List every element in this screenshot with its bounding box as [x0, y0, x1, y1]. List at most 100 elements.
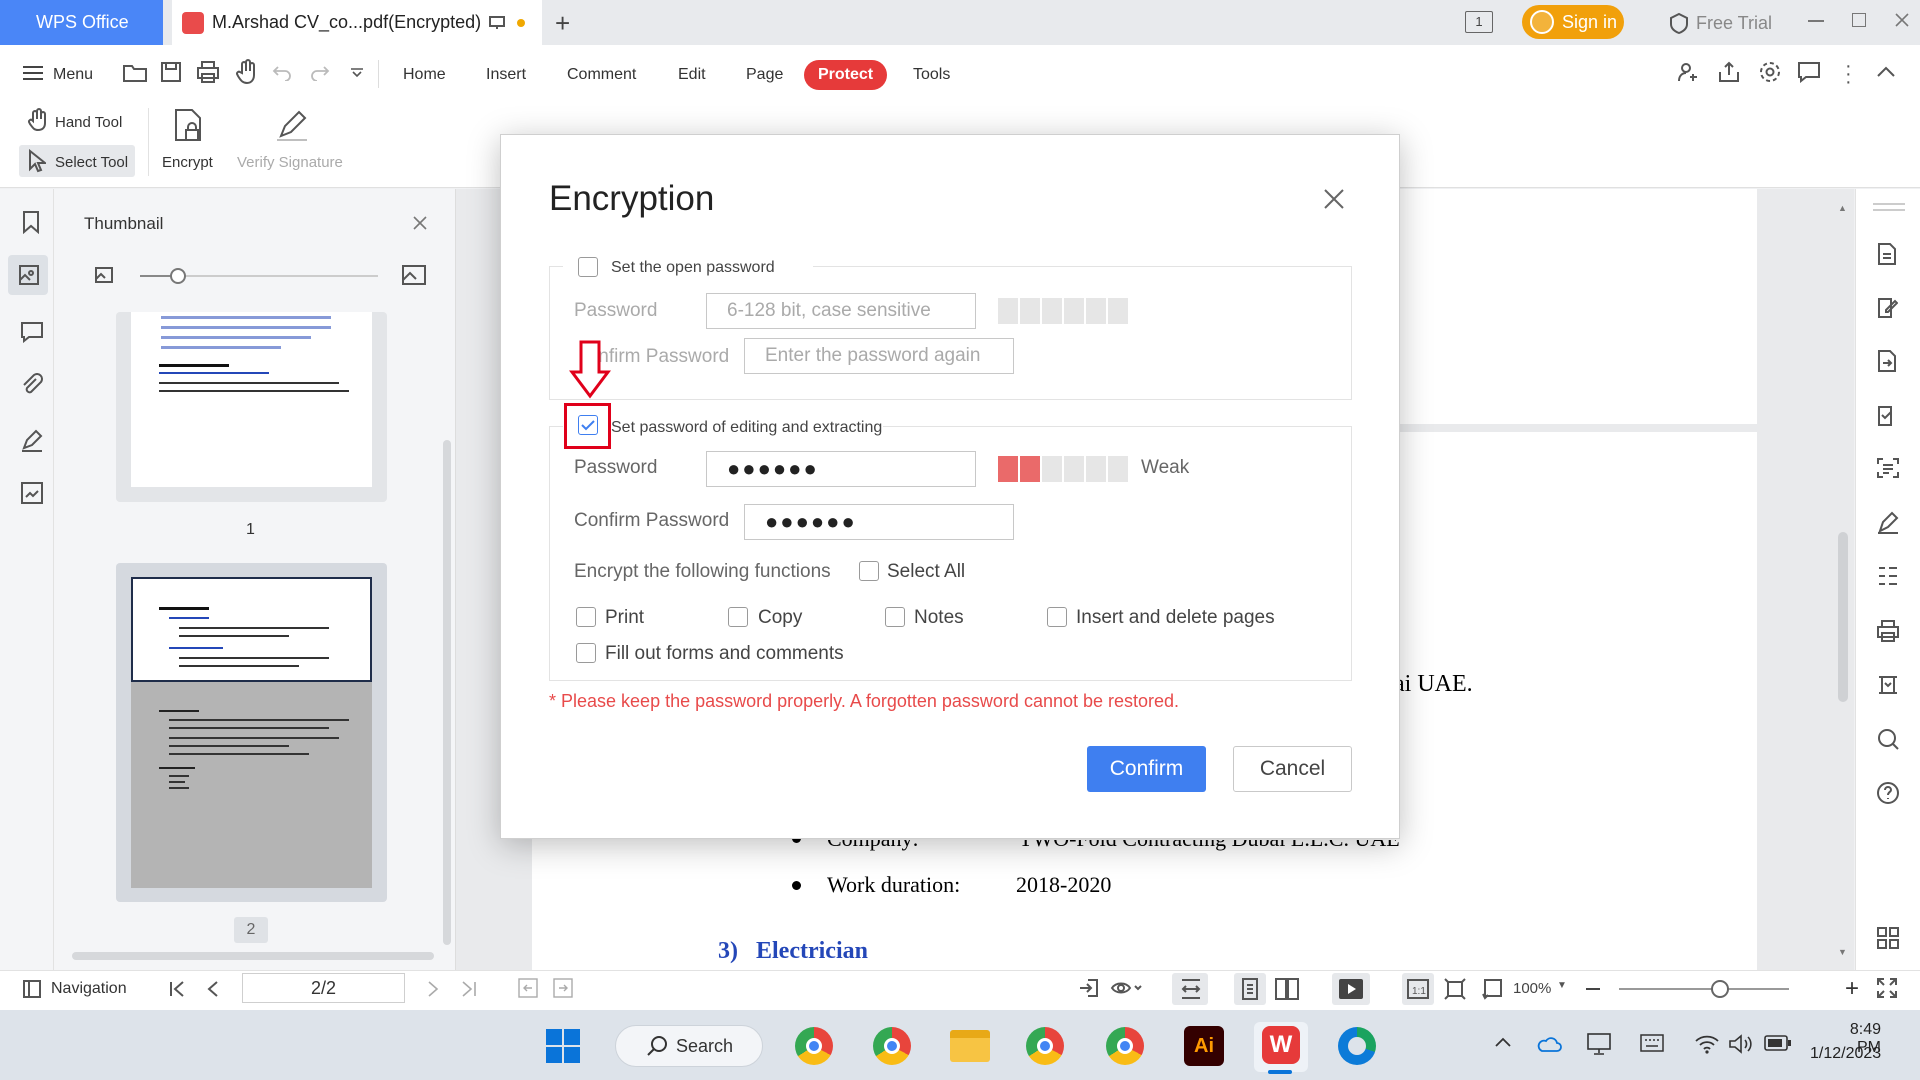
confirm-button[interactable]: Confirm	[1087, 746, 1206, 792]
export-page-icon[interactable]	[1078, 977, 1100, 999]
feedback-icon[interactable]	[1797, 61, 1821, 83]
wps-office-tab[interactable]: WPS Office	[0, 0, 163, 45]
redo-icon[interactable]	[310, 63, 330, 81]
ocr-icon[interactable]	[1876, 457, 1900, 479]
fullscreen-icon[interactable]	[1876, 977, 1898, 999]
restore-icon[interactable]	[1852, 13, 1866, 27]
select-all-checkbox[interactable]	[859, 561, 879, 581]
navigation-button[interactable]: Navigation	[51, 980, 127, 998]
encrypt-document-icon[interactable]	[172, 108, 204, 144]
two-page-icon[interactable]	[1274, 977, 1300, 1001]
minimize-icon[interactable]	[1808, 20, 1824, 22]
hand-tool-button[interactable]: Hand Tool	[55, 114, 122, 131]
bookmark-icon[interactable]	[22, 210, 40, 234]
cancel-button[interactable]: Cancel	[1233, 746, 1352, 792]
chrome-profile-1-icon[interactable]	[795, 1027, 833, 1065]
first-page-icon[interactable]	[168, 980, 186, 998]
clock-date[interactable]: 1/12/2023	[1810, 1045, 1881, 1063]
hamburger-icon[interactable]	[22, 65, 44, 81]
file-explorer-icon[interactable]	[950, 1030, 990, 1062]
fill-forms-checkbox[interactable]	[576, 643, 596, 663]
thumbnail-size-slider-handle[interactable]	[170, 268, 186, 284]
zoom-out-icon[interactable]	[1586, 988, 1600, 990]
onedrive-cloud-icon[interactable]	[1536, 1034, 1562, 1054]
export-icon[interactable]	[1717, 60, 1741, 84]
open-confirm-input[interactable]: Enter the password again	[744, 338, 1014, 374]
tab-protect[interactable]: Protect	[804, 60, 887, 90]
print-side-icon[interactable]	[1876, 619, 1900, 643]
tab-edit[interactable]: Edit	[678, 66, 706, 84]
navigation-icon[interactable]	[22, 979, 42, 999]
more-options-icon[interactable]: · · ·	[1845, 56, 1852, 92]
fill-sign-icon[interactable]	[1876, 403, 1898, 427]
verify-signature-icon[interactable]	[275, 106, 309, 142]
free-trial-button[interactable]: Free Trial	[1696, 13, 1772, 34]
hand-icon[interactable]	[234, 59, 258, 85]
chrome-profile-2-icon[interactable]	[873, 1027, 911, 1065]
notes-checkbox[interactable]	[885, 607, 905, 627]
convert-icon[interactable]	[1876, 349, 1898, 373]
chrome-profile-4-icon[interactable]	[1106, 1027, 1144, 1065]
back-view-icon[interactable]	[518, 978, 538, 998]
page-1-thumbnail[interactable]	[131, 312, 372, 487]
page-count-badge[interactable]: 1	[1465, 11, 1493, 33]
help-icon[interactable]	[1876, 781, 1900, 805]
display-icon[interactable]	[1586, 1032, 1612, 1056]
outline-icon[interactable]	[1876, 565, 1900, 587]
tab-comment[interactable]: Comment	[567, 66, 636, 84]
zoom-slider-track[interactable]	[1619, 988, 1789, 990]
fit-page-icon[interactable]	[1443, 977, 1467, 1001]
chevron-down-icon[interactable]	[350, 68, 364, 78]
tab-home[interactable]: Home	[403, 66, 446, 84]
new-tab-button[interactable]: +	[555, 8, 570, 39]
zoom-in-icon[interactable]: +	[1845, 975, 1859, 1003]
close-dialog-icon[interactable]	[1323, 188, 1345, 210]
small-image-icon[interactable]	[94, 266, 114, 284]
large-image-icon[interactable]	[401, 264, 427, 286]
keyboard-icon[interactable]	[1640, 1034, 1664, 1052]
search-document-icon[interactable]	[1876, 727, 1900, 751]
rotate-icon[interactable]	[1480, 977, 1504, 1001]
document-tab[interactable]: M.Arshad CV_co...pdf(Encrypted)	[172, 0, 542, 45]
zoom-slider-handle[interactable]	[1711, 980, 1729, 998]
zoom-dropdown-icon[interactable]: ▼	[1557, 980, 1567, 991]
close-panel-icon[interactable]	[412, 215, 428, 231]
share-user-icon[interactable]	[1676, 60, 1700, 84]
insert-delete-pages-checkbox[interactable]	[1047, 607, 1067, 627]
compress-icon[interactable]	[1876, 673, 1900, 697]
copy-checkbox[interactable]	[728, 607, 748, 627]
signature-icon[interactable]	[20, 428, 44, 452]
tab-page[interactable]: Page	[746, 66, 783, 84]
chrome-profile-3-icon[interactable]	[1026, 1027, 1064, 1065]
settings-gear-icon[interactable]	[1758, 60, 1782, 84]
undo-icon[interactable]	[272, 63, 292, 81]
edge-browser-icon[interactable]	[1338, 1027, 1376, 1065]
verify-signature-button[interactable]: Verify Signature	[237, 154, 343, 171]
page-2-thumbnail[interactable]	[131, 577, 372, 888]
pen-icon[interactable]	[1876, 511, 1900, 535]
apps-grid-icon[interactable]	[1876, 926, 1900, 950]
wifi-icon[interactable]	[1694, 1033, 1720, 1055]
thumbnail-vertical-scrollbar[interactable]	[443, 440, 451, 945]
edit-document-icon[interactable]	[1876, 295, 1898, 319]
volume-icon[interactable]	[1728, 1033, 1754, 1055]
close-window-icon[interactable]	[1894, 12, 1910, 28]
tab-insert[interactable]: Insert	[486, 66, 526, 84]
edit-password-input[interactable]: ●●●●●●	[706, 451, 976, 487]
print-checkbox[interactable]	[576, 607, 596, 627]
scan-icon[interactable]	[20, 481, 44, 505]
zoom-level[interactable]: 100%	[1513, 980, 1551, 997]
thumbnail-horizontal-scrollbar[interactable]	[72, 952, 434, 960]
open-password-input[interactable]: 6-128 bit, case sensitive	[706, 293, 976, 329]
document-vertical-scrollbar[interactable]: ▲ ▼	[1836, 195, 1850, 965]
last-page-icon[interactable]	[460, 980, 478, 998]
open-password-checkbox[interactable]	[578, 257, 598, 277]
eye-view-icon[interactable]	[1110, 977, 1144, 999]
pdf-to-word-icon[interactable]	[1876, 242, 1898, 266]
previous-page-icon[interactable]	[206, 980, 220, 998]
edit-confirm-input[interactable]: ●●●●●●	[744, 504, 1014, 540]
save-icon[interactable]	[160, 61, 182, 83]
windows-start-icon[interactable]	[545, 1028, 581, 1064]
collapse-ribbon-icon[interactable]	[1876, 64, 1896, 78]
taskbar-search[interactable]: Search	[615, 1025, 763, 1067]
